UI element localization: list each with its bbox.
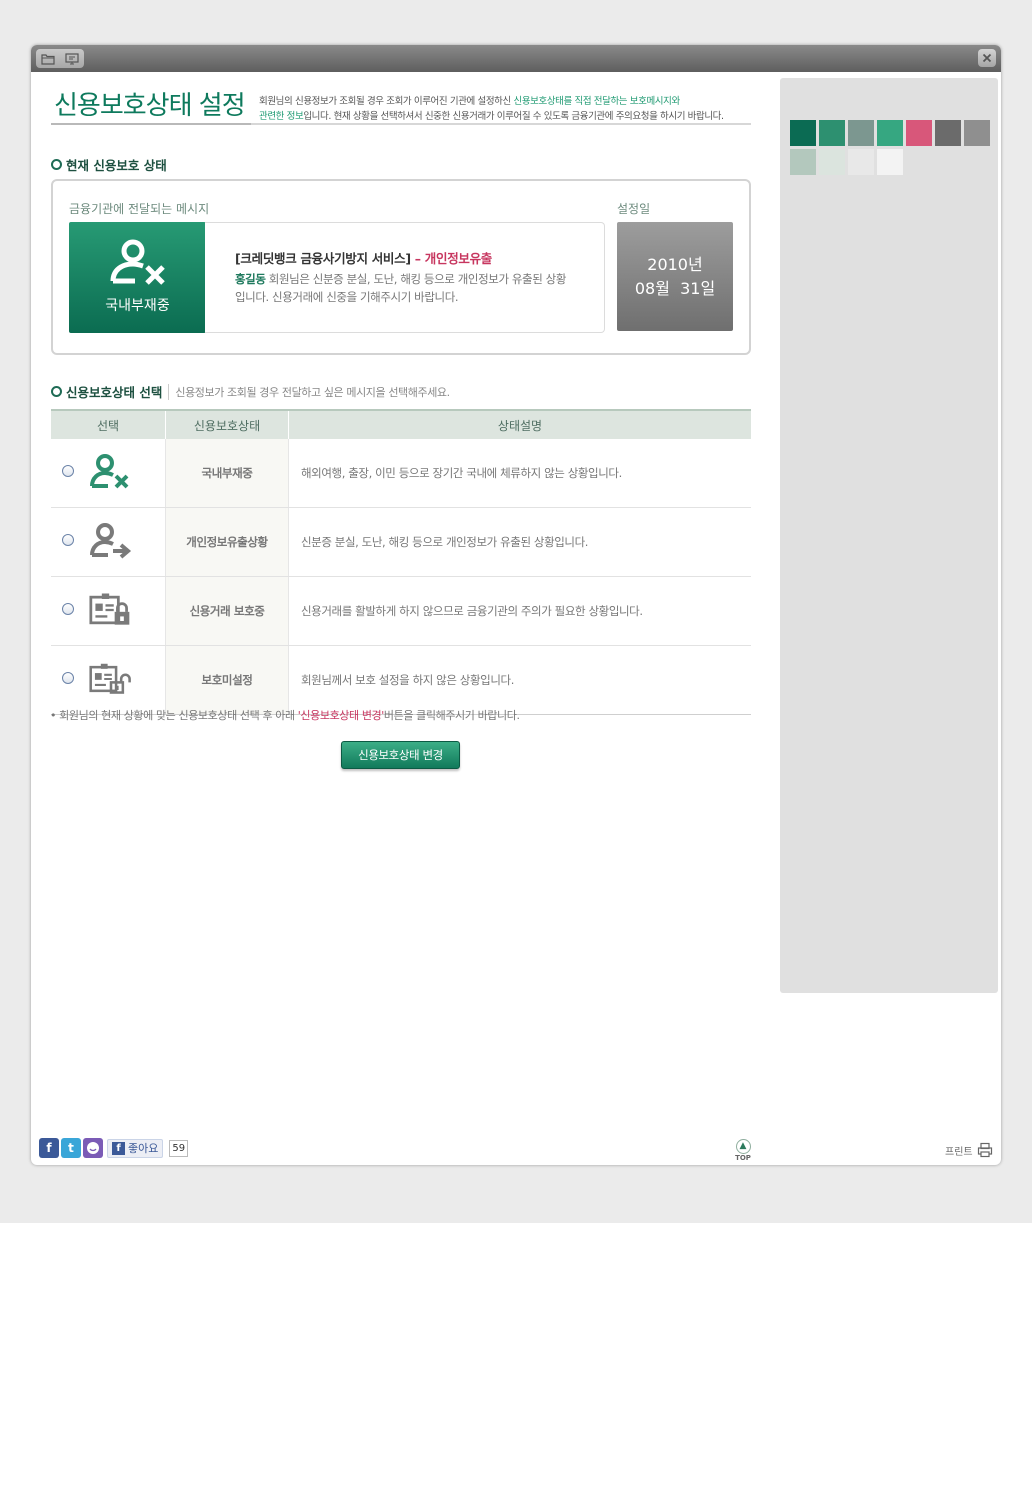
intro-highlight-2: 관련한 정보: [259, 111, 304, 122]
color-swatch[interactable]: [906, 120, 932, 146]
print-label: 프린트: [945, 1146, 973, 1158]
select-cell: [51, 439, 166, 508]
person-x-icon: [90, 454, 129, 489]
status-name: 국내부재중: [165, 439, 289, 508]
date-year: 2010년: [647, 254, 703, 274]
twitter-share-icon[interactable]: t: [61, 1138, 81, 1158]
selection-subtext: 신용정보가 조회될 경우 전달하고 싶은 메시지을 선택해주세요.: [168, 383, 450, 400]
select-cell: [51, 645, 166, 715]
status-name: 개인정보유출상황: [165, 507, 289, 577]
table-row: 보호미설정 회원님께서 보호 설정을 하지 않은 상황입니다.: [51, 645, 751, 715]
message-panel: [크레딧뱅크 금융사기방지 서비스] – 개인정보유출 홍길동 회원님은 신분증…: [205, 222, 605, 333]
close-icon: [982, 53, 992, 63]
current-status-box: 금융기관에 전달되는 메시지 설정일 국내부재중 [크레딧뱅크 금융사기방지 서…: [51, 179, 751, 355]
color-swatch[interactable]: [935, 120, 961, 146]
status-description: 신분증 분실, 도난, 해킹 등으로 개인정보가 유출된 상황입니다.: [288, 507, 751, 577]
color-swatch[interactable]: [877, 120, 903, 146]
date-label: 설정일: [617, 202, 651, 216]
status-selection-table: 선택 신용보호상태 상태설명 국내부재중 해외여행, 출장, 이민 등으로 장기…: [51, 409, 751, 715]
intro-highlight-1: 신용보호상태를 직접 전달하는 보호메시지와: [513, 96, 680, 107]
date-month-day: 08월 31일: [634, 278, 716, 298]
select-cell: [51, 507, 166, 577]
color-swatch[interactable]: [819, 149, 845, 175]
radio-protecting[interactable]: [62, 603, 74, 615]
facebook-share-icon[interactable]: f: [39, 1138, 59, 1158]
top-label: TOP: [735, 1154, 751, 1162]
table-row: 국내부재중 해외여행, 출장, 이민 등으로 장기간 국내에 체류하지 않는 상…: [51, 439, 751, 508]
smile-icon: [87, 1142, 99, 1154]
content-area: 신용보호상태 설정 회원님의 신용정보가 조회될 경우 조회가 이루어진 기관에…: [31, 72, 1001, 1165]
section-bullet-icon: [51, 386, 62, 397]
app-window: 신용보호상태 설정 회원님의 신용정보가 조회될 경우 조회가 이루어진 기관에…: [31, 45, 1001, 1165]
person-arrow-icon: [90, 523, 132, 559]
current-status-card: 국내부재중: [69, 222, 206, 333]
title-bar: [31, 45, 1001, 72]
color-swatch[interactable]: [964, 120, 990, 146]
current-status-heading-text: 현재 신용보호 상태: [66, 158, 167, 173]
status-name: 신용거래 보호중: [165, 576, 289, 646]
notice-highlight: '신용보호상태 변경': [297, 709, 385, 722]
person-x-icon: [110, 239, 165, 285]
status-description: 신용거래를 활발하게 하지 않으므로 금융기관의 주의가 필요한 상황입니다.: [288, 576, 751, 646]
message-title-status: – 개인정보유출: [410, 251, 493, 266]
message-label: 금융기관에 전달되는 메시지: [69, 202, 210, 216]
facebook-icon: f: [112, 1141, 125, 1155]
table-row: 개인정보유출상황 신분증 분실, 도난, 해킹 등으로 개인정보가 유출된 상황…: [51, 507, 751, 577]
print-button[interactable]: 프린트: [945, 1142, 993, 1158]
like-label: 좋아요: [128, 1142, 159, 1155]
table-row: 신용거래 보호중 신용거래를 활발하게 하지 않으므로 금융기관의 주의가 필요…: [51, 576, 751, 646]
column-header-select: 선택: [51, 409, 166, 439]
message-title-service: [크레딧뱅크 금융사기방지 서비스]: [235, 251, 411, 266]
like-count: 59: [169, 1139, 189, 1157]
setting-date-card: 2010년 08월 31일: [617, 222, 733, 331]
arrow-up-icon: ▲: [735, 1139, 751, 1154]
column-header-status: 신용보호상태: [165, 409, 289, 439]
color-swatch[interactable]: [819, 120, 845, 146]
printer-icon: [977, 1142, 992, 1158]
member-name: 홍길동: [235, 272, 266, 286]
status-description: 해외여행, 출장, 이민 등으로 장기간 국내에 체류하지 않는 상황입니다.: [288, 439, 751, 508]
radio-info-leak[interactable]: [62, 534, 74, 546]
intro-text-2: 입니다. 현재 상황을 선택하셔서 신중한 신용거래가 이루어질 수 있도록 금…: [303, 111, 724, 122]
me2day-share-icon[interactable]: [83, 1138, 103, 1158]
message-text: 회원님은 신분증 분실, 도난, 해킹 등으로 개인정보가 유출된 상황입니다.…: [235, 272, 567, 304]
side-panel: [780, 78, 998, 993]
message-title: [크레딧뱅크 금융사기방지 서비스] – 개인정보유출: [235, 248, 492, 267]
color-swatch[interactable]: [790, 149, 816, 175]
facebook-like-button[interactable]: f 좋아요: [107, 1138, 164, 1158]
current-status-heading: 현재 신용보호 상태: [51, 155, 167, 174]
monitor-icon[interactable]: [64, 52, 80, 66]
title-divider: [51, 123, 751, 125]
column-header-description: 상태설명: [288, 409, 751, 439]
folder-icon[interactable]: [40, 52, 56, 66]
color-swatch[interactable]: [877, 149, 903, 175]
change-status-button[interactable]: 신용보호상태 변경: [341, 741, 460, 769]
selection-heading: 신용보호상태 선택 신용정보가 조회될 경우 전달하고 싶은 메시지을 선택해주…: [51, 382, 450, 401]
status-caption: 국내부재중: [105, 298, 170, 314]
close-button[interactable]: [978, 49, 996, 67]
color-swatch[interactable]: [790, 120, 816, 146]
id-card-unlock-icon: [89, 663, 131, 694]
radio-not-set[interactable]: [62, 672, 74, 684]
social-share-bar: f t f 좋아요 59: [39, 1138, 189, 1158]
status-name: 보호미설정: [165, 645, 289, 715]
page-title: 신용보호상태 설정: [54, 91, 246, 121]
selection-heading-text: 신용보호상태 선택: [66, 385, 163, 400]
id-card-lock-icon: [89, 593, 130, 625]
radio-absent[interactable]: [62, 465, 74, 477]
page-intro: 회원님의 신용정보가 조회될 경우 조회가 이루어진 기관에 설정하신 신용보호…: [259, 94, 759, 124]
titlebar-button-group: [36, 49, 84, 68]
notice-text-2: 버튼을 클릭해주시기 바랍니다.: [383, 709, 520, 722]
top-button[interactable]: ▲ TOP: [735, 1139, 751, 1162]
notice-text-1: • 회원님의 현재 상황에 맞는 신용보호상태 선택 후 아래: [50, 709, 298, 722]
section-bullet-icon: [51, 159, 62, 170]
color-swatch[interactable]: [848, 149, 874, 175]
intro-text-1: 회원님의 신용정보가 조회될 경우 조회가 이루어진 기관에 설정하신: [259, 96, 514, 107]
status-description: 회원님께서 보호 설정을 하지 않은 상황입니다.: [288, 645, 751, 715]
select-cell: [51, 576, 166, 646]
selection-notice: • 회원님의 현재 상황에 맞는 신용보호상태 선택 후 아래 '신용보호상태 …: [50, 707, 520, 723]
message-body: 홍길동 회원님은 신분증 분실, 도난, 해킹 등으로 개인정보가 유출된 상황…: [235, 270, 575, 306]
color-swatch[interactable]: [848, 120, 874, 146]
color-swatch-group: [790, 120, 994, 175]
